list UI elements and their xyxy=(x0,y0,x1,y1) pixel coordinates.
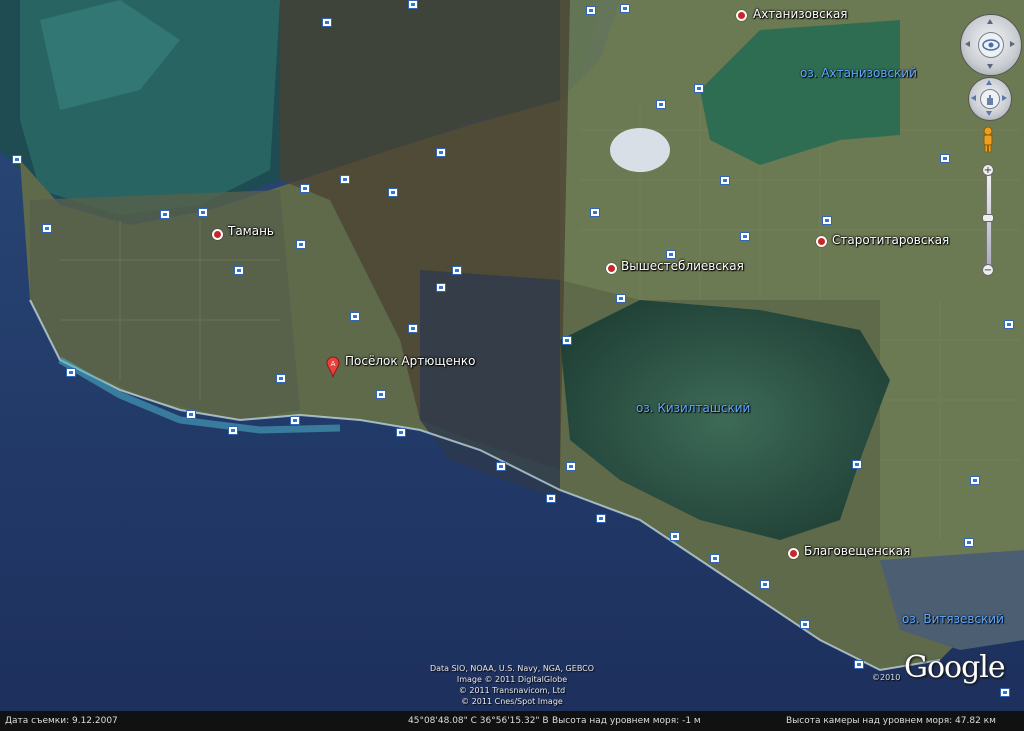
status-bar: Дата съемки: 9.12.2007 45°08'48.08" С 36… xyxy=(0,711,1024,731)
poi-marker[interactable] xyxy=(350,312,360,321)
poi-marker[interactable] xyxy=(852,460,862,469)
poi-marker[interactable] xyxy=(760,580,770,589)
poi-marker[interactable] xyxy=(740,232,750,241)
poi-marker[interactable] xyxy=(198,208,208,217)
map-imagery xyxy=(0,0,1024,731)
poi-marker[interactable] xyxy=(408,324,418,333)
poi-marker[interactable] xyxy=(720,176,730,185)
poi-marker[interactable] xyxy=(376,390,386,399)
zoom-in-button[interactable]: + xyxy=(982,164,994,176)
poi-marker[interactable] xyxy=(290,416,300,425)
credit-line: Data SIO, NOAA, U.S. Navy, NGA, GEBCO xyxy=(429,664,595,673)
poi-marker[interactable] xyxy=(562,336,572,345)
poi-marker[interactable] xyxy=(1004,320,1014,329)
poi-marker[interactable] xyxy=(322,18,332,27)
ground-elevation: Высота над уровнем моря: -1 м xyxy=(552,716,701,726)
imagery-credits: Data SIO, NOAA, U.S. Navy, NGA, GEBCO Im… xyxy=(385,663,639,707)
move-arrows-icon xyxy=(971,80,1007,116)
credit-line: Image © 2011 DigitalGlobe xyxy=(456,675,568,684)
settlement-marker[interactable] xyxy=(816,236,827,247)
poi-marker[interactable] xyxy=(296,240,306,249)
look-around-control[interactable] xyxy=(960,14,1022,76)
credit-line: © 2011 Cnes/Spot Image xyxy=(461,697,563,706)
pegman-icon[interactable] xyxy=(980,126,996,154)
poi-marker[interactable] xyxy=(42,224,52,233)
poi-marker[interactable] xyxy=(666,250,676,259)
image-date: Дата съемки: 9.12.2007 xyxy=(5,716,118,726)
google-logo: Google xyxy=(904,650,1006,685)
poi-marker[interactable] xyxy=(496,462,506,471)
poi-marker[interactable] xyxy=(546,494,556,503)
poi-marker[interactable] xyxy=(710,554,720,563)
settlement-marker[interactable] xyxy=(788,548,799,559)
poi-marker[interactable] xyxy=(408,0,418,9)
eye-altitude: Высота камеры над уровнем моря: 47.82 км xyxy=(786,716,996,726)
placemark-pin-icon[interactable]: A xyxy=(326,356,340,378)
poi-marker[interactable] xyxy=(66,368,76,377)
highlight-place-label[interactable]: Посёлок Артющенко xyxy=(345,354,475,368)
poi-marker[interactable] xyxy=(940,154,950,163)
poi-marker[interactable] xyxy=(234,266,244,275)
poi-marker[interactable] xyxy=(694,84,704,93)
poi-marker[interactable] xyxy=(670,532,680,541)
settlement-label[interactable]: Благовещенская xyxy=(804,544,910,558)
zoom-track[interactable] xyxy=(986,174,992,270)
poi-marker[interactable] xyxy=(160,210,170,219)
poi-marker[interactable] xyxy=(1000,688,1010,697)
settlement-marker[interactable] xyxy=(212,229,223,240)
poi-marker[interactable] xyxy=(590,208,600,217)
poi-marker[interactable] xyxy=(388,188,398,197)
pin-letter: A xyxy=(331,360,336,368)
poi-marker[interactable] xyxy=(800,620,810,629)
poi-marker[interactable] xyxy=(854,660,864,669)
poi-marker[interactable] xyxy=(566,462,576,471)
poi-marker[interactable] xyxy=(596,514,606,523)
poi-marker[interactable] xyxy=(340,175,350,184)
credit-line: © 2011 Transnavicom, Ltd xyxy=(458,686,566,695)
water-body-label[interactable]: оз. Кизилташский xyxy=(636,401,750,415)
poi-marker[interactable] xyxy=(586,6,596,15)
poi-marker[interactable] xyxy=(186,410,196,419)
zoom-slider[interactable]: + − xyxy=(982,164,994,276)
pointer-coordinates: 45°08'48.08" С 36°56'15.32" В xyxy=(408,716,549,726)
water-body-label[interactable]: оз. Витязевский xyxy=(902,612,1004,626)
poi-marker[interactable] xyxy=(436,283,446,292)
look-arrows-icon xyxy=(965,19,1015,69)
poi-marker[interactable] xyxy=(12,155,22,164)
settlement-label[interactable]: Тамань xyxy=(228,224,274,238)
settlement-label[interactable]: Вышестеблиевская xyxy=(621,259,744,273)
settlement-marker[interactable] xyxy=(606,263,617,274)
settlement-marker[interactable] xyxy=(736,10,747,21)
poi-marker[interactable] xyxy=(620,4,630,13)
satellite-map-view[interactable]: Ахтанизовская Тамань Старотитаровская Вы… xyxy=(0,0,1024,731)
zoom-out-button[interactable]: − xyxy=(982,264,994,276)
poi-marker[interactable] xyxy=(276,374,286,383)
poi-marker[interactable] xyxy=(616,294,626,303)
zoom-handle[interactable] xyxy=(982,214,994,222)
poi-marker[interactable] xyxy=(228,426,238,435)
poi-marker[interactable] xyxy=(656,100,666,109)
poi-marker[interactable] xyxy=(970,476,980,485)
move-control[interactable] xyxy=(968,77,1012,121)
water-body-label[interactable]: оз. Ахтанизовский xyxy=(800,66,917,80)
poi-marker[interactable] xyxy=(964,538,974,547)
settlement-label[interactable]: Старотитаровская xyxy=(832,233,949,247)
poi-marker[interactable] xyxy=(452,266,462,275)
poi-marker[interactable] xyxy=(436,148,446,157)
poi-marker[interactable] xyxy=(822,216,832,225)
copyright-year: ©2010 xyxy=(872,673,901,682)
settlement-label[interactable]: Ахтанизовская xyxy=(753,7,848,21)
poi-marker[interactable] xyxy=(300,184,310,193)
poi-marker[interactable] xyxy=(396,428,406,437)
